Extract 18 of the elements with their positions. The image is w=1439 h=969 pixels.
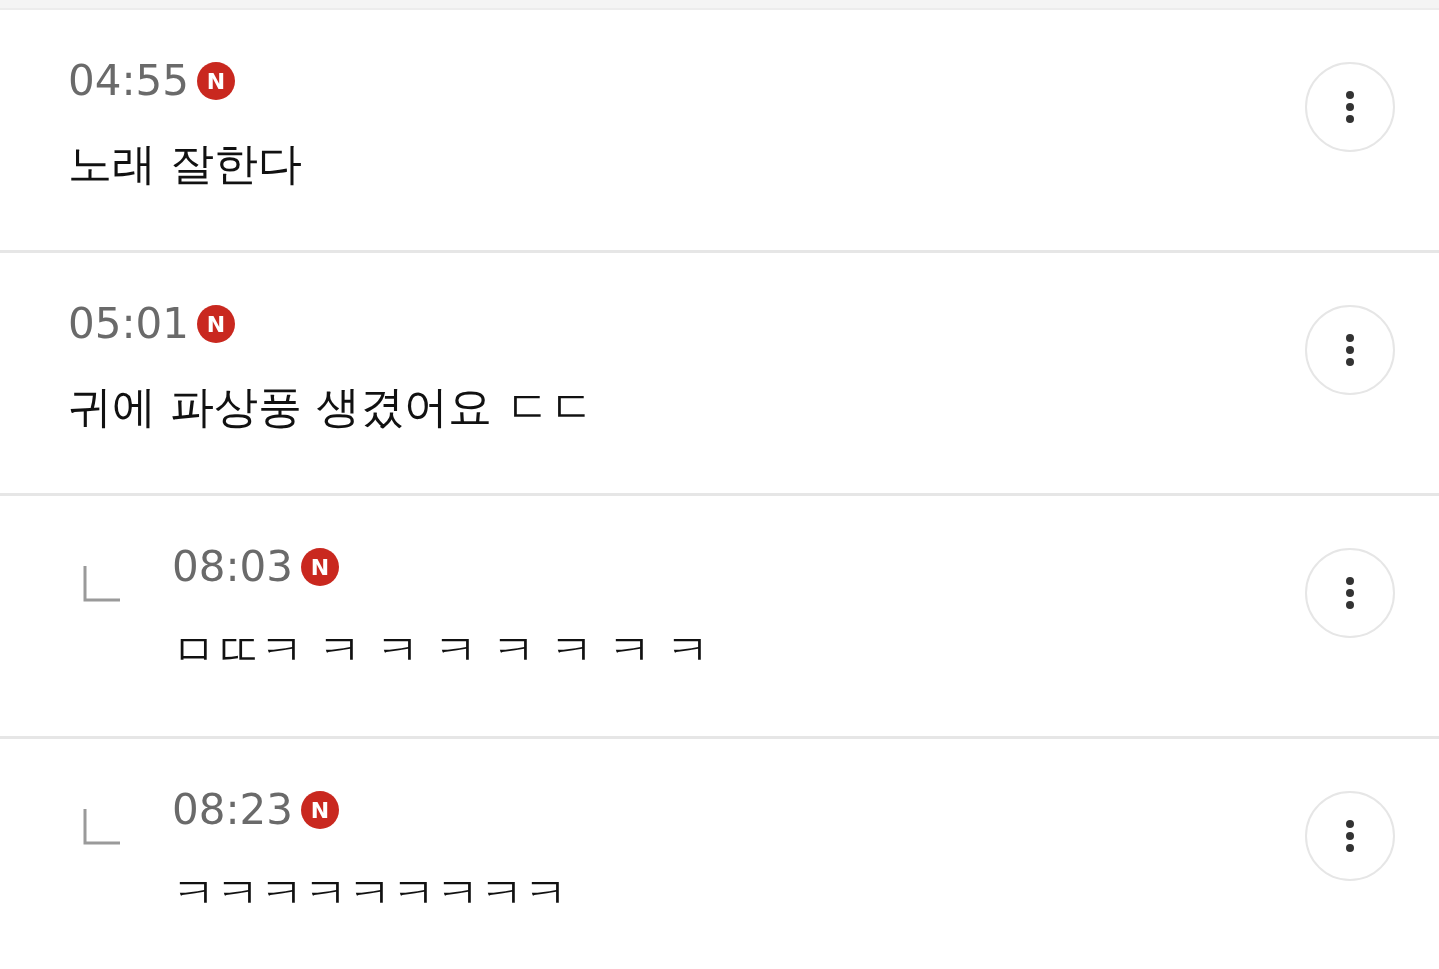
more-icon	[1345, 90, 1355, 124]
comment-text: 귀에 파상풍 생겼어요 ㄷㄷ	[68, 380, 595, 434]
new-badge: N	[197, 62, 236, 100]
comment-time: 04:55	[68, 56, 190, 106]
more-icon	[1345, 576, 1355, 610]
comment-text: ㅁㄸㅋ ㅋ ㅋ ㅋ ㅋ ㅋ ㅋ ㅋ	[172, 623, 711, 677]
new-badge: N	[301, 791, 340, 829]
more-icon	[1345, 819, 1355, 853]
reply-icon	[82, 807, 122, 847]
more-icon	[1345, 333, 1355, 367]
comment-text: 노래 잘한다	[68, 137, 303, 191]
new-badge: N	[197, 305, 236, 343]
reply-icon	[82, 564, 122, 604]
comment-time: 05:01	[68, 299, 190, 349]
new-badge: N	[301, 548, 340, 586]
comment-time: 08:23	[172, 785, 294, 835]
comment-text: ㅋㅋㅋㅋㅋㅋㅋㅋㅋ	[172, 866, 569, 920]
comment-time: 08:03	[172, 542, 294, 592]
